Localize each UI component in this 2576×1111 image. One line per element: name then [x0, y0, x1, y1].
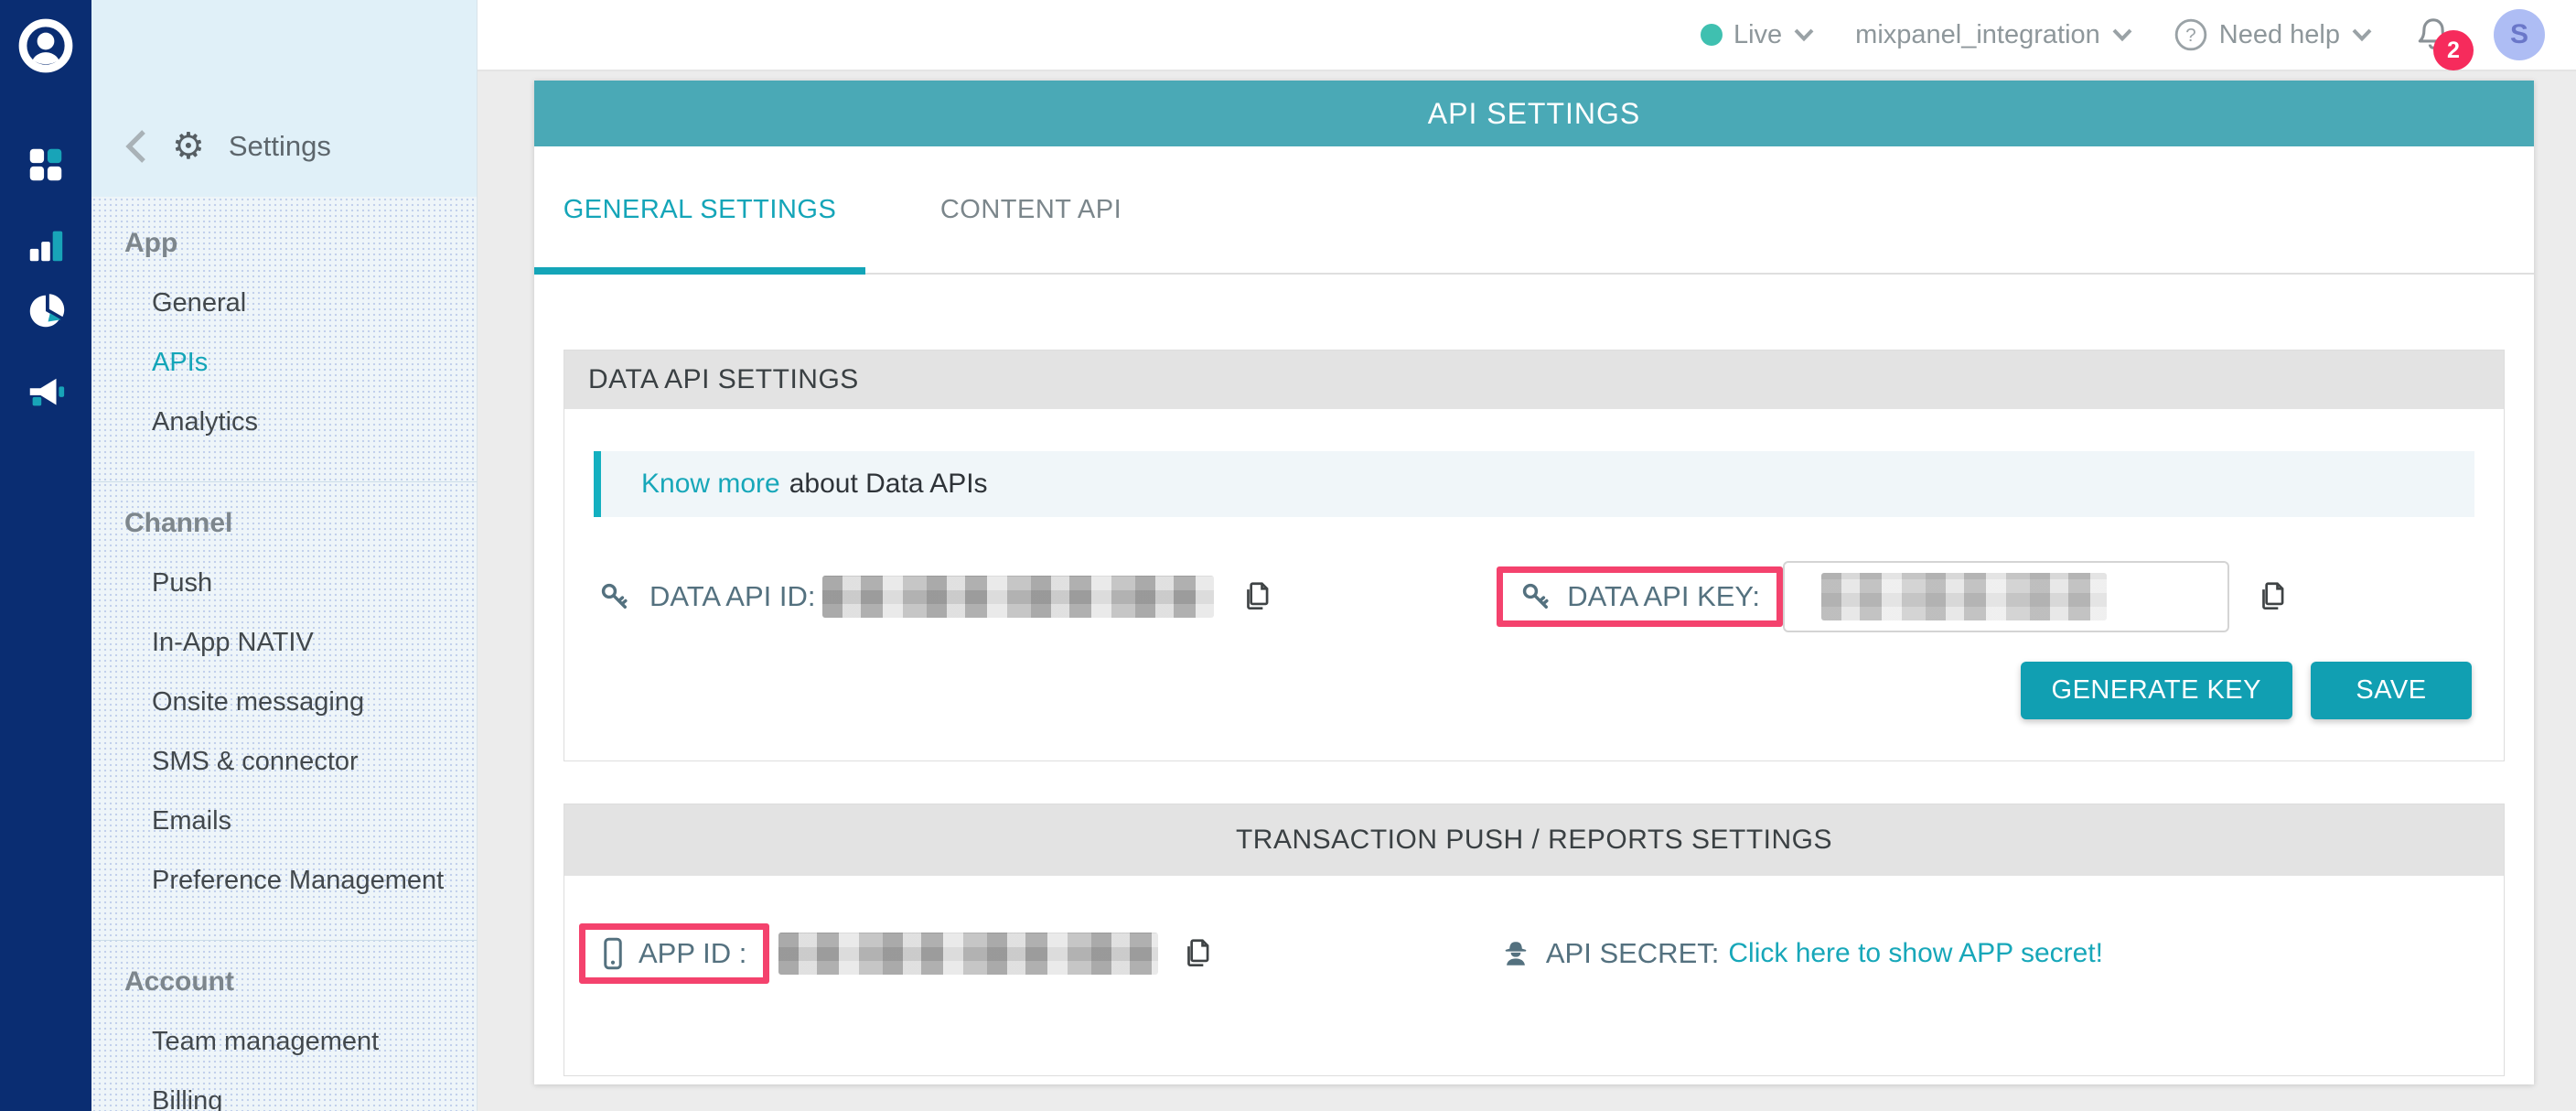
- brand-logo-icon[interactable]: [18, 18, 73, 78]
- data-api-key-label: DATA API KEY:: [1567, 580, 1760, 613]
- back-chevron-icon[interactable]: [124, 128, 148, 165]
- environment-switcher[interactable]: Live: [1701, 20, 1815, 50]
- copy-icon[interactable]: [1240, 578, 1274, 615]
- sidebar-item-billing[interactable]: Billing: [91, 1072, 477, 1111]
- save-button[interactable]: SAVE: [2311, 662, 2472, 719]
- dashboard-grid-icon[interactable]: [25, 144, 67, 190]
- question-circle-icon: ?: [2174, 17, 2208, 52]
- app-id-label: APP ID :: [639, 937, 746, 970]
- chevron-down-icon: [2351, 27, 2373, 42]
- data-api-key-annotation-box: DATA API KEY:: [1497, 566, 1783, 627]
- bar-chart-icon[interactable]: [25, 224, 67, 271]
- environment-label: Live: [1733, 20, 1782, 50]
- sidebar-menu: AppGeneralAPIsAnalyticsChannelPushIn-App…: [91, 197, 477, 1111]
- app-id-redacted-value: [778, 933, 1158, 975]
- transaction-row: APP ID : API SECRET: Clic: [564, 923, 2504, 984]
- app-id-annotation-box: APP ID :: [579, 923, 769, 984]
- key-icon: [1519, 580, 1552, 613]
- notifications-button[interactable]: 2: [2413, 14, 2453, 56]
- copy-icon[interactable]: [2255, 578, 2290, 615]
- data-api-key-group: DATA API KEY:: [1497, 561, 2290, 632]
- data-api-settings-panel: DATA API SETTINGS Know more about Data A…: [564, 350, 2505, 761]
- show-app-secret-link[interactable]: Click here to show APP secret!: [1728, 938, 2103, 969]
- sidebar-item-analytics[interactable]: Analytics: [91, 393, 477, 452]
- know-more-text: about Data APIs: [789, 469, 988, 500]
- help-label: Need help: [2219, 20, 2340, 50]
- chevron-down-icon: [2111, 27, 2133, 42]
- sidebar-section-header: Account: [91, 952, 477, 1012]
- user-avatar[interactable]: S: [2494, 9, 2545, 60]
- data-api-id-label: DATA API ID:: [649, 580, 815, 613]
- sidebar-item-emails[interactable]: Emails: [91, 792, 477, 851]
- spy-icon: [1500, 938, 1531, 969]
- megaphone-icon[interactable]: [25, 372, 67, 419]
- phone-icon: [602, 937, 624, 970]
- live-status-dot: [1701, 24, 1723, 46]
- sidebar-section-header: App: [91, 213, 477, 274]
- sidebar-item-apis[interactable]: APIs: [91, 333, 477, 393]
- generate-key-button[interactable]: GENERATE KEY: [2021, 662, 2292, 719]
- sidebar-item-sms-connector[interactable]: SMS & connector: [91, 732, 477, 792]
- svg-text:?: ?: [2185, 25, 2195, 46]
- know-more-link[interactable]: Know more: [641, 469, 780, 500]
- sidebar-section-app: AppGeneralAPIsAnalytics: [91, 213, 477, 465]
- icon-rail: [0, 0, 91, 1111]
- api-secret-label: API SECRET:: [1546, 937, 1720, 970]
- pie-chart-icon[interactable]: [25, 290, 67, 337]
- topbar: Live mixpanel_integration ? Need help: [478, 0, 2576, 71]
- sidebar-item-onsite-messaging[interactable]: Onsite messaging: [91, 673, 477, 732]
- know-more-infobar: Know more about Data APIs: [594, 451, 2474, 517]
- tab-bar: GENERAL SETTINGS CONTENT API: [534, 146, 2534, 275]
- key-icon: [598, 580, 631, 613]
- project-name: mixpanel_integration: [1855, 20, 2100, 50]
- app-screen: ⚙ Settings AppGeneralAPIsAnalyticsChanne…: [0, 0, 2576, 1111]
- page-title: API SETTINGS: [534, 81, 2534, 146]
- transaction-push-panel: TRANSACTION PUSH / REPORTS SETTINGS APP …: [564, 804, 2505, 1076]
- app-id-group: APP ID :: [579, 923, 1215, 984]
- notification-count-badge: 2: [2433, 30, 2474, 70]
- data-api-key-redacted-value: [1821, 573, 2107, 620]
- sidebar-item-in-app-nativ[interactable]: In-App NATIV: [91, 613, 477, 673]
- help-menu[interactable]: ? Need help: [2174, 17, 2373, 52]
- api-secret-group: API SECRET: Click here to show APP secre…: [1500, 937, 2103, 970]
- api-credentials-row: DATA API ID: DATA API KEY:: [564, 561, 2504, 632]
- sidebar-item-team-management[interactable]: Team management: [91, 1012, 477, 1072]
- data-api-section-title: DATA API SETTINGS: [564, 351, 2504, 409]
- tab-content-api[interactable]: CONTENT API: [865, 146, 1197, 273]
- sidebar-section-account: AccountTeam managementBilling: [91, 940, 477, 1111]
- transaction-section-title: TRANSACTION PUSH / REPORTS SETTINGS: [564, 804, 2504, 876]
- project-switcher[interactable]: mixpanel_integration: [1855, 20, 2133, 50]
- sidebar-header: ⚙ Settings: [91, 0, 477, 197]
- chevron-down-icon: [1793, 27, 1815, 42]
- data-api-id-group: DATA API ID:: [598, 576, 1274, 618]
- data-api-id-redacted-value: [822, 576, 1214, 618]
- actions-row: GENERATE KEY SAVE: [564, 662, 2472, 719]
- api-settings-card: API SETTINGS GENERAL SETTINGS CONTENT AP…: [534, 81, 2534, 1084]
- sidebar-item-preference-management[interactable]: Preference Management: [91, 851, 477, 911]
- data-api-key-input[interactable]: [1783, 561, 2229, 632]
- sidebar-section-channel: ChannelPushIn-App NATIVOnsite messagingS…: [91, 481, 477, 923]
- sidebar-item-push[interactable]: Push: [91, 554, 477, 613]
- gear-icon: ⚙: [172, 128, 205, 165]
- settings-sidebar: ⚙ Settings AppGeneralAPIsAnalyticsChanne…: [91, 0, 478, 1111]
- sidebar-section-header: Channel: [91, 493, 477, 554]
- copy-icon[interactable]: [1180, 935, 1215, 972]
- tab-general-settings[interactable]: GENERAL SETTINGS: [534, 146, 865, 273]
- sidebar-title: Settings: [229, 130, 331, 163]
- sidebar-item-general[interactable]: General: [91, 274, 477, 333]
